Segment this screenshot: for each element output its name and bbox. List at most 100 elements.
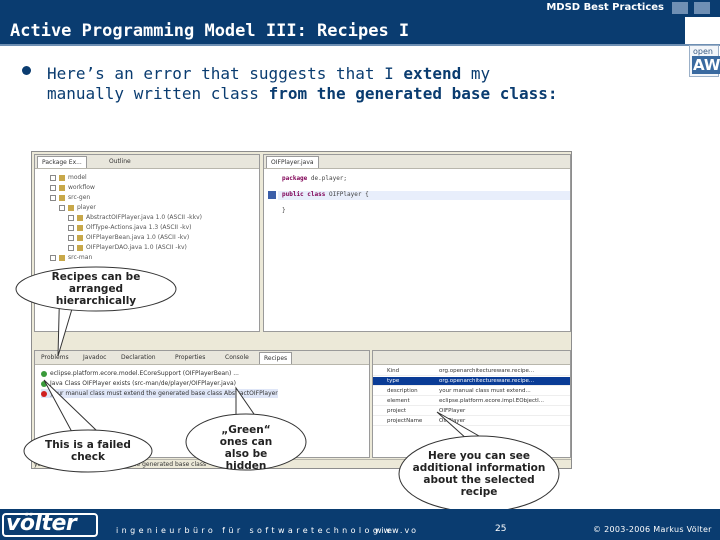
tree-item[interactable]: workflow — [50, 183, 95, 192]
expand-toggle-icon[interactable] — [50, 174, 56, 181]
java-editor: OIFPlayer.java package de.player; public … — [263, 154, 571, 332]
package-icon — [77, 244, 83, 251]
property-value: your manual class must extend... — [439, 388, 531, 394]
code-text: } — [282, 207, 286, 214]
tree-item[interactable]: player — [59, 203, 96, 212]
property-key: project — [387, 408, 407, 414]
tree-item[interactable]: src-gen — [50, 193, 90, 202]
property-key: element — [387, 398, 410, 404]
tree-item[interactable]: OIFPlayerBean.java 1.0 (ASCII -kv) — [68, 233, 189, 242]
tree-item[interactable]: model — [50, 173, 87, 182]
tree-item-label: OIFPlayerBean.java 1.0 (ASCII -kv) — [86, 234, 190, 241]
tab-declaration[interactable]: Declaration — [117, 352, 160, 364]
title-bar: Active Programming Model III: Recipes I — [0, 17, 685, 44]
code-line: } — [282, 207, 286, 214]
package-icon — [77, 234, 83, 241]
bullet-text-part: extend — [403, 64, 462, 83]
property-value: OIFPlayer — [439, 418, 466, 424]
bottom-tabstrip: Problems Javadoc Declaration Properties Cons… — [35, 351, 369, 365]
property-row[interactable]: element eclipse.platform.ecore.impl.EObje… — [373, 397, 570, 406]
tab-outline[interactable]: Outline — [105, 156, 135, 168]
expand-toggle-icon[interactable] — [68, 234, 74, 241]
code-line: package de.player; — [282, 175, 347, 182]
tree-item[interactable]: OlfType-Actions.java 1.3 (ASCII -kv) — [68, 223, 192, 232]
footer-url: www.vo — [375, 526, 419, 535]
ide-screenshot: Package Ex... Outline model workflow src-g… — [31, 151, 572, 469]
series-label: MDSD Best Practices — [546, 2, 664, 13]
property-key: projectName — [387, 418, 423, 424]
tree-item-label: OIFPlayerDAO.java 1.0 (ASCII -kv) — [86, 244, 187, 251]
callout-additional-info: Here you can see additional information … — [412, 450, 546, 498]
code-line: public class OIFPlayer { — [282, 191, 369, 198]
property-key: type — [387, 378, 400, 384]
recipe-item[interactable]: Java Class OIFPlayer exists (src-man/de/… — [41, 379, 236, 388]
property-value: OIFPlayer — [439, 408, 466, 414]
tree-item-label: AbstractOIFPlayer.java 1.0 (ASCII -kkv) — [86, 214, 202, 221]
property-row[interactable]: Kind org.openarchitectureware.recipe... — [373, 367, 570, 376]
expand-toggle-icon[interactable] — [68, 244, 74, 251]
code-keyword: public class — [282, 191, 326, 198]
callout-failed-check: This is a failed check — [45, 439, 131, 463]
tree-item-label: OlfType-Actions.java 1.3 (ASCII -kv) — [86, 224, 192, 231]
code-keyword: package — [282, 175, 308, 182]
explorer-tabstrip: Package Ex... Outline — [35, 155, 259, 169]
callout-hierarchy: Recipes can be arranged hierarchically — [51, 271, 141, 307]
check-ok-icon — [41, 380, 47, 387]
check-ok-icon — [41, 370, 47, 377]
property-value: eclipse.platform.ecore.impl.EObjectI... — [439, 398, 545, 404]
page-number: 25 — [495, 524, 507, 534]
tree-item[interactable]: AbstractOIFPlayer.java 1.0 (ASCII -kkv) — [68, 213, 202, 222]
code-text: OIFPlayer { — [325, 191, 369, 198]
property-row[interactable]: description your manual class must extend… — [373, 387, 570, 396]
expand-toggle-icon[interactable] — [50, 194, 56, 201]
title-rule — [0, 44, 720, 46]
expand-toggle-icon[interactable] — [68, 214, 74, 221]
properties-view: Kind org.openarchitectureware.recipe... ty… — [372, 350, 571, 458]
footer-tagline: ingenieurbüro für softwaretechnologie — [116, 526, 396, 535]
tab-properties[interactable]: Properties — [171, 352, 209, 364]
property-row[interactable]: project OIFPlayer — [373, 407, 570, 416]
property-key: Kind — [387, 368, 400, 374]
tab-javadoc[interactable]: Javadoc — [79, 352, 110, 364]
tree-item-label: player — [77, 204, 96, 211]
breakpoint-marker-icon — [268, 191, 276, 199]
expand-toggle-icon[interactable] — [50, 254, 56, 261]
expand-toggle-icon[interactable] — [50, 184, 56, 191]
tree-item-label: model — [68, 174, 87, 181]
expand-toggle-icon[interactable] — [68, 224, 74, 231]
property-row[interactable]: type org.openarchitectureware.recipe... — [373, 377, 570, 386]
tree-item-label: src-man — [68, 254, 93, 261]
tree-item[interactable]: src-man — [50, 253, 92, 262]
openarchitectureware-logo: open AW — [689, 45, 720, 77]
code-text: de.player; — [307, 175, 348, 182]
error-icon — [41, 390, 47, 397]
property-key: description — [387, 388, 418, 394]
tree-item-label: src-gen — [68, 194, 91, 201]
corner-square — [672, 2, 688, 14]
package-icon — [59, 194, 65, 201]
bullet-text: Here’s an error that suggests that I ext… — [47, 64, 567, 104]
bullet-text-part: from the generated base class: — [268, 84, 558, 103]
tab-package-explorer[interactable]: Package Ex... — [37, 156, 87, 168]
recipe-item[interactable]: your manual class must extend the genera… — [41, 389, 278, 398]
slide-title: Active Programming Model III: Recipes I — [10, 21, 410, 41]
property-value: org.openarchitectureware.recipe... — [439, 378, 535, 384]
callout-green-hidden: „Green“ ones can also be hidden — [219, 424, 273, 472]
recipe-item-label: your manual class must extend the genera… — [50, 390, 278, 397]
properties-tabstrip — [373, 351, 570, 365]
recipe-item[interactable]: eclipse.platform.ecore.model.ECoreSuppor… — [41, 369, 239, 378]
package-icon — [68, 204, 74, 211]
tab-problems[interactable]: Problems — [37, 352, 73, 364]
tab-oifplayer-java[interactable]: OIFPlayer.java — [266, 156, 319, 168]
tree-item[interactable]: OIFPlayerDAO.java 1.0 (ASCII -kv) — [68, 243, 187, 252]
tab-recipes[interactable]: Recipes — [259, 352, 293, 364]
property-value: org.openarchitectureware.recipe... — [439, 368, 535, 374]
voelter-logo: völter — [6, 511, 77, 536]
footer-copyright: © 2003-2006 Markus Völter — [593, 525, 712, 534]
property-row[interactable]: projectName OIFPlayer — [373, 417, 570, 426]
expand-toggle-icon[interactable] — [59, 204, 65, 211]
bullet-dot — [22, 66, 31, 75]
package-icon — [59, 174, 65, 181]
editor-tabstrip: OIFPlayer.java — [264, 155, 570, 169]
tab-console[interactable]: Console — [221, 352, 253, 364]
